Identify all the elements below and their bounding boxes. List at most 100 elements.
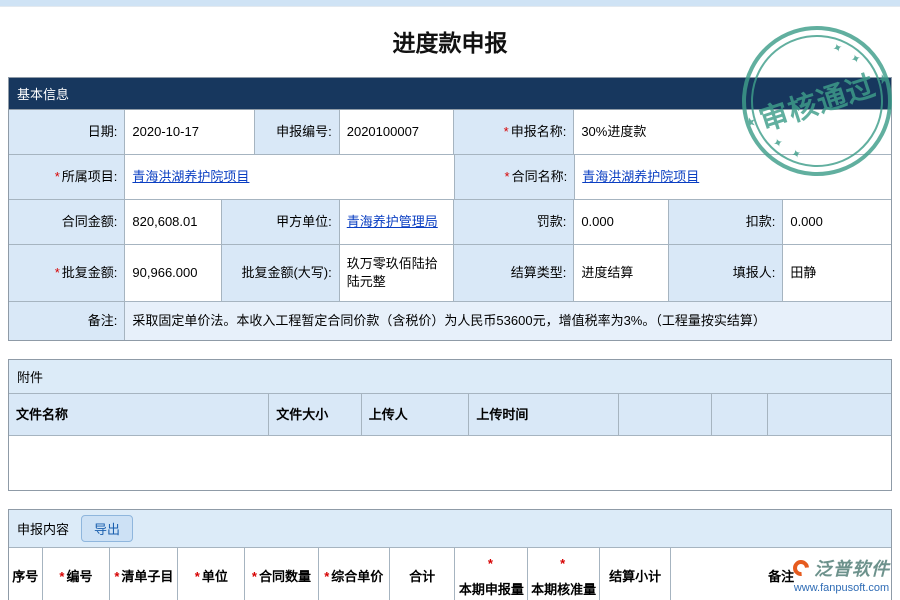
field-value-text: 0.000 xyxy=(581,213,614,231)
required-asterisk: * xyxy=(505,168,510,186)
column-header-text: 上传时间 xyxy=(476,406,528,424)
top-accent-bar xyxy=(0,0,900,7)
column-header-text: 合同数量 xyxy=(259,568,311,586)
field-label-text: 扣款: xyxy=(746,213,776,231)
brand-website[interactable]: www.fanpusoft.com xyxy=(793,582,890,594)
col-contract-qty: * 合同数量 xyxy=(245,548,318,600)
deduction-value: 0.000 xyxy=(783,200,891,244)
contract-name-label: * 合同名称: xyxy=(455,155,575,199)
field-label-text: 甲方单位: xyxy=(276,213,332,231)
preparer-label: 填报人: xyxy=(669,245,784,301)
column-header-text: 综合单价 xyxy=(331,568,383,586)
required-asterisk: * xyxy=(488,555,493,573)
col-upload-time: 上传时间 xyxy=(469,394,619,436)
party-a-label: 甲方单位: xyxy=(222,200,339,244)
project-link[interactable]: 青海洪湖养护院项目 xyxy=(132,168,249,186)
col-empty-3 xyxy=(768,394,891,436)
export-button[interactable]: 导出 xyxy=(81,515,133,542)
field-value-text: 2020100007 xyxy=(347,123,419,141)
declaration-section: 申报内容 导出 序号 * 编号 * 清单子目 * 单位 * 合同数量 * 综合单… xyxy=(8,509,892,600)
required-asterisk: * xyxy=(195,568,200,586)
basic-info-row-4: * 批复金额: 90,966.000 批复金额(大写): 玖万零玖佰陆拾陆元整 … xyxy=(9,245,891,302)
col-settlement-subtotal: 结算小计 xyxy=(600,548,671,600)
contract-amount-value: 820,608.01 xyxy=(125,200,222,244)
col-unit: * 单位 xyxy=(178,548,245,600)
penalty-value: 0.000 xyxy=(574,200,668,244)
column-header-text: 文件大小 xyxy=(276,406,328,424)
basic-info-section: 基本信息 日期: 2020-10-17 申报编号: 2020100007 * 申… xyxy=(8,77,892,341)
field-value-text: 0.000 xyxy=(790,213,823,231)
required-asterisk: * xyxy=(59,568,64,586)
attachments-section: 附件 文件名称 文件大小 上传人 上传时间 xyxy=(8,359,892,491)
col-code: * 编号 xyxy=(43,548,111,600)
attachments-table-header: 文件名称 文件大小 上传人 上传时间 xyxy=(9,394,891,436)
field-label-text: 合同名称: xyxy=(512,168,568,186)
col-total: 合计 xyxy=(390,548,455,600)
column-header-text: 序号 xyxy=(12,568,38,586)
basic-info-row-1: 日期: 2020-10-17 申报编号: 2020100007 * 申报名称: … xyxy=(9,110,891,155)
settlement-type-value: 进度结算 xyxy=(574,245,668,301)
declaration-name-value: 30%进度款 xyxy=(574,110,891,154)
date-field-value: 2020-10-17 xyxy=(125,110,255,154)
field-label-text: 申报名称: xyxy=(511,123,567,141)
column-header-text: 清单子目 xyxy=(121,568,173,586)
field-value-text: 采取固定单价法。本收入工程暂定合同价款（含税价）为人民币53600元，增值税率为… xyxy=(132,312,765,330)
remark-value: 采取固定单价法。本收入工程暂定合同价款（含税价）为人民币53600元，增值税率为… xyxy=(125,302,891,340)
party-a-link[interactable]: 青海养护管理局 xyxy=(347,213,438,231)
required-asterisk: * xyxy=(252,568,257,586)
column-header-text: 结算小计 xyxy=(609,568,661,586)
basic-info-header: 基本信息 xyxy=(9,78,891,110)
attachments-header: 附件 xyxy=(9,360,891,394)
project-field-value: 青海洪湖养护院项目 xyxy=(125,155,455,199)
col-file-name: 文件名称 xyxy=(9,394,269,436)
declaration-name-label: * 申报名称: xyxy=(454,110,574,154)
column-header-text: 单位 xyxy=(202,568,228,586)
field-label-text: 申报编号: xyxy=(276,123,332,141)
approved-words-value: 玖万零玖佰陆拾陆元整 xyxy=(340,245,455,301)
field-label-text: 结算类型: xyxy=(511,264,567,282)
column-header-text: 文件名称 xyxy=(16,406,68,424)
page-title: 进度款申报 xyxy=(0,7,900,77)
column-header-text: 合计 xyxy=(409,568,435,586)
contract-name-link[interactable]: 青海洪湖养护院项目 xyxy=(582,168,699,186)
field-value-text: 30%进度款 xyxy=(581,123,646,141)
contract-name-value: 青海洪湖养护院项目 xyxy=(575,155,891,199)
declaration-no-label: 申报编号: xyxy=(255,110,340,154)
col-declared-qty: * 本期申报量 xyxy=(455,548,528,600)
date-field-label: 日期: xyxy=(9,110,125,154)
field-label-text: 批复金额(大写): xyxy=(241,264,331,282)
project-field-label: * 所属项目: xyxy=(9,155,125,199)
required-asterisk: * xyxy=(55,168,60,186)
field-label-text: 日期: xyxy=(88,123,118,141)
field-value-text: 820,608.01 xyxy=(132,213,197,231)
col-approved-qty: * 本期核准量 xyxy=(528,548,599,600)
deduction-label: 扣款: xyxy=(669,200,784,244)
field-label-text: 批复金额: xyxy=(62,264,118,282)
remark-label: 备注: xyxy=(9,302,125,340)
field-value-text: 90,966.000 xyxy=(132,264,197,282)
column-header-text: 上传人 xyxy=(369,406,408,424)
field-label-text: 合同金额: xyxy=(62,213,118,231)
attachments-empty-area xyxy=(9,436,891,490)
col-uploader: 上传人 xyxy=(362,394,470,436)
required-asterisk: * xyxy=(324,568,329,586)
basic-info-row-3: 合同金额: 820,608.01 甲方单位: 青海养护管理局 罚款: 0.000… xyxy=(9,200,891,245)
col-seq: 序号 xyxy=(9,548,43,600)
field-label-text: 备注: xyxy=(88,312,118,330)
party-a-value: 青海养护管理局 xyxy=(340,200,455,244)
required-asterisk: * xyxy=(560,555,565,573)
field-label-text: 罚款: xyxy=(537,213,567,231)
field-value-text: 进度结算 xyxy=(581,264,633,282)
contract-amount-label: 合同金额: xyxy=(9,200,125,244)
column-header-text: 编号 xyxy=(66,568,92,586)
basic-info-row-2: * 所属项目: 青海洪湖养护院项目 * 合同名称: 青海洪湖养护院项目 xyxy=(9,155,891,200)
settlement-type-label: 结算类型: xyxy=(454,245,574,301)
declaration-no-value: 2020100007 xyxy=(340,110,455,154)
column-header-text: 本期申报量 xyxy=(459,581,524,599)
field-value-text: 玖万零玖佰陆拾陆元整 xyxy=(347,255,447,290)
penalty-label: 罚款: xyxy=(454,200,574,244)
fanpu-branding: 泛普软件 www.fanpusoft.com xyxy=(793,555,890,594)
column-header-text: 备注 xyxy=(768,568,794,586)
required-asterisk: * xyxy=(55,264,60,282)
col-list-item: * 清单子目 xyxy=(110,548,178,600)
